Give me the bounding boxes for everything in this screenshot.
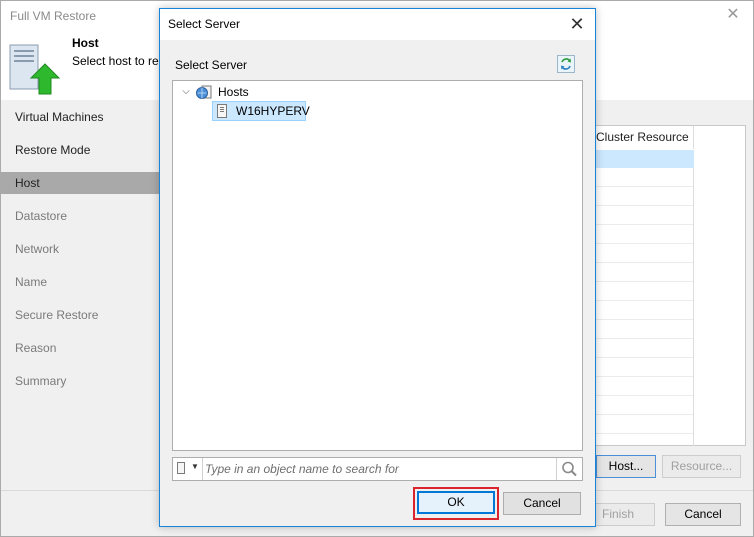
step-subtitle: Select host to res	[72, 54, 165, 68]
server-icon	[217, 104, 227, 118]
step-secure-restore: Secure Restore	[15, 308, 99, 322]
tree-node-hosts[interactable]: ⌵ Hosts	[173, 82, 373, 102]
table-row-selected[interactable]	[596, 150, 694, 168]
server-icon	[177, 462, 185, 474]
step-virtual-machines[interactable]: Virtual Machines	[1, 106, 159, 128]
table-rows	[596, 168, 694, 446]
ok-button[interactable]: OK	[417, 491, 495, 514]
step-datastore: Datastore	[15, 209, 68, 223]
column-header-cluster-resource[interactable]: Cluster Resource	[596, 126, 694, 149]
step-host[interactable]: Host	[1, 172, 159, 194]
dialog-titlebar: Select Server ✕	[160, 9, 595, 40]
search-input[interactable]	[205, 460, 555, 478]
vm-host-grid[interactable]: Cluster Resource	[595, 125, 746, 446]
wizard-steps-sidebar: Virtual Machines Restore Mode Host Datas…	[1, 100, 159, 490]
step-reason: Reason	[15, 341, 57, 355]
select-server-label: Select Server	[175, 58, 248, 72]
tree-node-label: Hosts	[218, 85, 249, 99]
wizard-cancel-button[interactable]: Cancel	[665, 503, 741, 526]
tree-node-label: W16HYPERV	[236, 104, 310, 118]
step-network: Network	[15, 242, 60, 256]
step-summary: Summary	[15, 374, 67, 388]
cancel-button[interactable]: Cancel	[503, 492, 581, 515]
search-icon[interactable]	[556, 458, 582, 480]
refresh-icon[interactable]	[557, 55, 575, 73]
chevron-down-icon: ▼	[191, 462, 199, 471]
chevron-down-icon[interactable]: ⌵	[180, 86, 192, 98]
server-tree[interactable]: ⌵ Hosts W16HYPERV	[172, 80, 583, 451]
hosts-folder-icon	[196, 85, 212, 99]
object-search-bar: ▼	[172, 457, 583, 481]
restore-vm-icon	[9, 44, 61, 95]
step-restore-mode[interactable]: Restore Mode	[1, 139, 159, 161]
object-type-dropdown[interactable]: ▼	[173, 458, 203, 480]
step-title: Host	[72, 36, 99, 50]
host-button[interactable]: Host...	[596, 455, 656, 478]
step-name: Name	[15, 275, 48, 289]
dialog-close-icon[interactable]: ✕	[563, 10, 591, 38]
select-server-dialog: Select Server ✕ Select Server ⌵ Hosts W1…	[159, 8, 596, 527]
dialog-title: Select Server	[168, 17, 241, 31]
wizard-title: Full VM Restore	[10, 9, 97, 23]
wizard-close-icon[interactable]: ✕	[723, 5, 743, 25]
tree-node-server[interactable]: W16HYPERV	[212, 101, 310, 121]
resource-button[interactable]: Resource...	[662, 455, 741, 478]
